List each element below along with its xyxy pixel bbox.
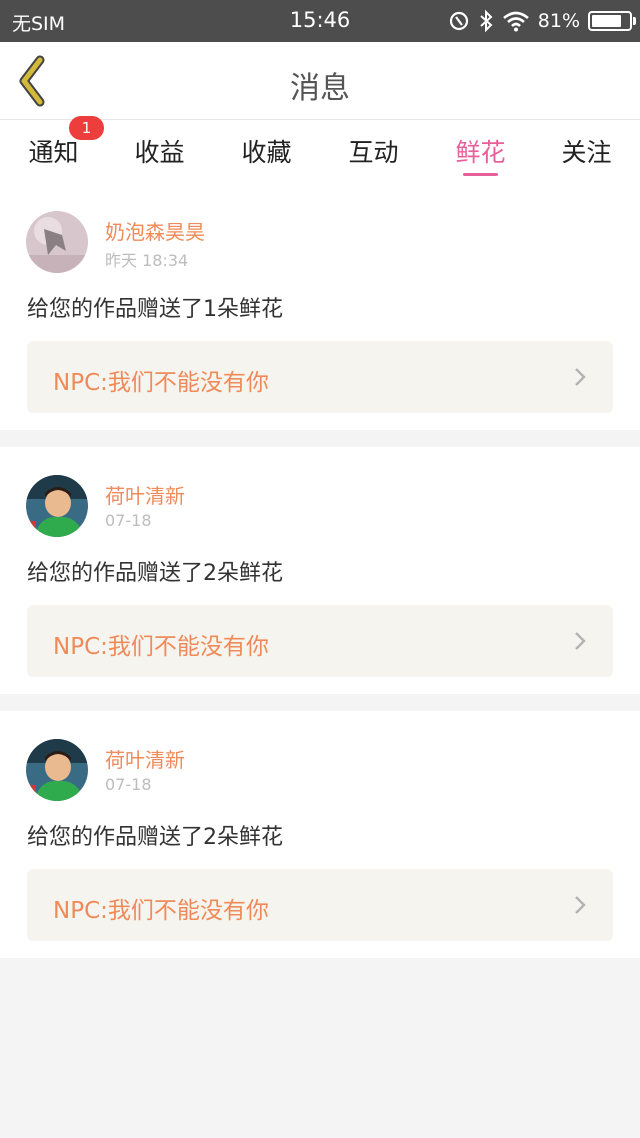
message-text: 给您的作品赠送了1朵鲜花 xyxy=(27,297,283,322)
tab-earnings[interactable]: 收益 xyxy=(106,120,213,190)
status-bar: 无SIM 15:46 81% xyxy=(0,0,640,42)
status-icons: 81% xyxy=(448,8,636,34)
tab-label: 关注 xyxy=(561,138,612,167)
chevron-right-icon xyxy=(575,368,586,386)
battery-percent: 81% xyxy=(537,10,580,32)
work-link[interactable]: NPC:我们不能没有你 xyxy=(27,341,613,413)
page-title: 消息 xyxy=(290,71,350,106)
nfc-icon xyxy=(449,11,468,31)
message-time: 07-18 xyxy=(105,511,152,530)
message-time: 07-18 xyxy=(105,775,152,794)
tab-interactions[interactable]: 互动 xyxy=(320,120,427,190)
sender-name[interactable]: 奶泡森昊昊 xyxy=(105,216,205,245)
chevron-right-icon xyxy=(575,896,586,914)
tab-bar: 通知 1 收益 收藏 互动 鲜花 关注 xyxy=(0,116,640,190)
tab-label: 互动 xyxy=(348,138,399,167)
tab-favorites[interactable]: 收藏 xyxy=(213,120,320,190)
battery-icon xyxy=(588,11,636,31)
wifi-icon xyxy=(502,11,529,32)
tab-following[interactable]: 关注 xyxy=(533,120,640,190)
work-title: NPC:我们不能没有你 xyxy=(53,370,269,396)
flower-message-card: 荷叶清新 07-18 给您的作品赠送了2朵鲜花 NPC:我们不能没有你 xyxy=(0,447,640,694)
work-link[interactable]: NPC:我们不能没有你 xyxy=(27,869,613,941)
nav-header: 消息 xyxy=(0,42,640,120)
flower-message-card: 荷叶清新 07-18 给您的作品赠送了2朵鲜花 NPC:我们不能没有你 xyxy=(0,711,640,958)
message-time: 昨天 18:34 xyxy=(105,251,189,270)
battery-level xyxy=(592,15,622,27)
work-title: NPC:我们不能没有你 xyxy=(53,634,269,660)
tab-flowers[interactable]: 鲜花 xyxy=(427,120,534,190)
work-link[interactable]: NPC:我们不能没有你 xyxy=(27,605,613,677)
chevron-right-icon xyxy=(575,632,586,650)
message-text: 给您的作品赠送了2朵鲜花 xyxy=(27,825,283,850)
bluetooth-icon xyxy=(480,9,493,33)
tab-label: 收藏 xyxy=(241,138,292,167)
active-tab-indicator xyxy=(463,173,498,176)
tab-notifications[interactable]: 通知 1 xyxy=(0,116,107,190)
tab-label: 鲜花 xyxy=(455,138,506,167)
unread-badge: 1 xyxy=(69,116,104,140)
sender-name[interactable]: 荷叶清新 xyxy=(105,480,185,509)
message-text: 给您的作品赠送了2朵鲜花 xyxy=(27,561,283,586)
sender-name[interactable]: 荷叶清新 xyxy=(105,744,185,773)
avatar[interactable] xyxy=(26,211,88,273)
avatar[interactable] xyxy=(26,475,88,537)
avatar[interactable] xyxy=(26,739,88,801)
work-title: NPC:我们不能没有你 xyxy=(53,898,269,924)
flower-message-card: 奶泡森昊昊 昨天 18:34 给您的作品赠送了1朵鲜花 NPC:我们不能没有你 xyxy=(0,183,640,430)
tab-label: 收益 xyxy=(134,138,185,167)
